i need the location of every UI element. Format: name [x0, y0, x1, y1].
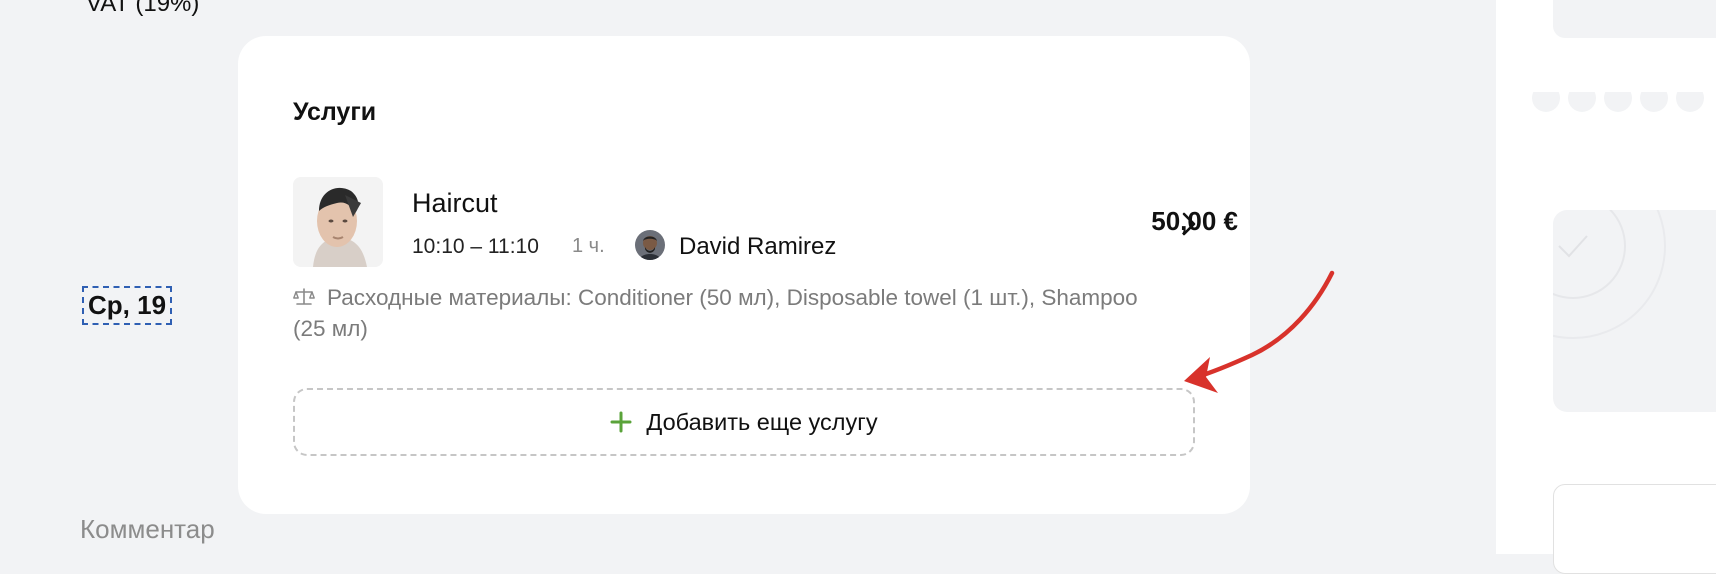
chevron-right-icon[interactable]: [1170, 206, 1206, 242]
comment-field[interactable]: [1553, 484, 1716, 574]
service-duration: 1 ч.: [572, 235, 605, 257]
consumables-text: Расходные материалы: Conditioner (50 мл)…: [293, 285, 1138, 341]
add-service-button[interactable]: Добавить еще услугу: [293, 388, 1195, 456]
services-title: Услуги: [293, 98, 377, 126]
consumables-line: Расходные материалы: Conditioner (50 мл)…: [293, 282, 1153, 344]
staff-avatar: [635, 230, 665, 260]
vat-row: [1553, 0, 1716, 38]
date-card[interactable]: [1553, 210, 1716, 412]
scale-icon: [293, 284, 315, 305]
services-card: Услуги Haircut 10:10 – 11:10 1 ч. David …: [238, 36, 1250, 514]
plus-icon: [610, 411, 632, 433]
receipt-scallop-edge: [1496, 92, 1716, 112]
service-time-range: 10:10 – 11:10: [412, 235, 539, 258]
annotation-arrow: [1184, 270, 1335, 393]
service-photo: [293, 177, 383, 267]
add-service-label: Добавить еще услугу: [646, 408, 878, 435]
comment-placeholder: Комментар: [80, 514, 215, 544]
order-summary-panel: [1496, 0, 1716, 574]
staff-name: David Ramirez: [679, 233, 837, 260]
service-name: Haircut: [412, 188, 498, 218]
date-label[interactable]: Ср, 19: [81, 286, 173, 325]
service-price: 50,00 €: [1151, 206, 1238, 236]
vat-label: VAT (19%): [86, 0, 200, 17]
